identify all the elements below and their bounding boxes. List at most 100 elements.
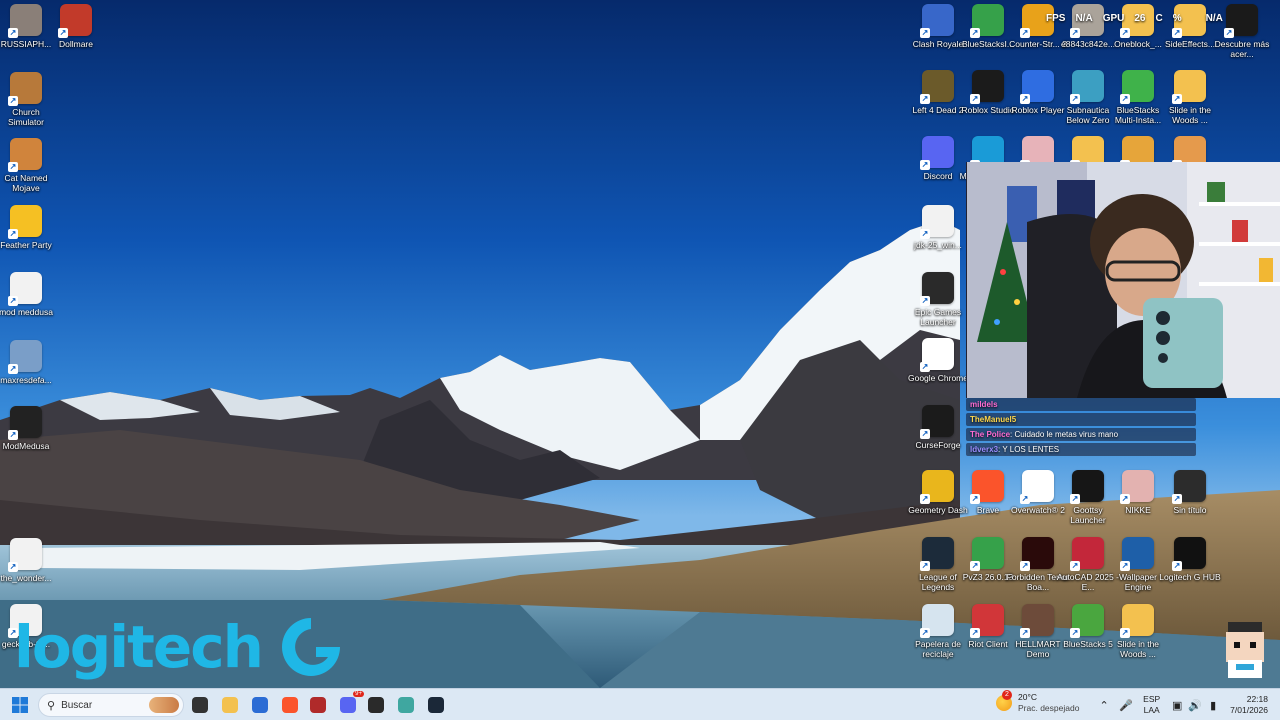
clock[interactable]: 22:18 7/01/2026 [1230,694,1268,716]
desktop-shortcut[interactable]: ↗ ModMedusa [0,406,52,451]
desktop-shortcut[interactable]: ↗ Church Simulator [0,72,52,127]
shortcut-arrow-icon: ↗ [8,28,18,38]
desktop-shortcut-label: Logitech G HUB [1159,572,1221,582]
desktop-shortcut[interactable]: ↗ Google Chrome [908,338,968,383]
weather-widget[interactable]: 2 20°C Prac. despejado [996,690,1080,714]
java-file-icon: ↗ [8,538,42,572]
network-icon[interactable]: ▣ [1168,699,1186,712]
fps-value: N/A [1075,12,1093,24]
desktop-shortcut-label: Cat Named Mojave [4,173,48,193]
autocad-icon: ↗ [1070,537,1104,571]
desktop-shortcut-label: maxresdefa... [0,375,52,385]
desktop-shortcut[interactable]: ↗ Descubre más acer... [1215,4,1269,59]
desktop-shortcut[interactable]: ↗ League of Legends [912,537,964,592]
shortcut-arrow-icon: ↗ [1224,28,1234,38]
desktop-shortcut[interactable]: ↗ HELLMART Demo [1012,604,1064,659]
shortcut-arrow-icon: ↗ [1070,628,1080,638]
windows-start-button[interactable] [8,693,32,717]
shortcut-arrow-icon: ↗ [8,96,18,106]
desktop-shortcut-label: the_wonder... [0,573,52,583]
steam-icon[interactable] [424,693,448,717]
desktop-shortcut[interactable]: ↗ Sin título [1164,470,1216,515]
shortcut-arrow-icon: ↗ [970,561,980,571]
discord-icon: ↗ [920,136,954,170]
desktop-shortcut-label: Slide in the Woods ... [1116,639,1160,659]
obs-icon[interactable] [364,693,388,717]
desktop-shortcut-label: Descubre más acer... [1214,39,1270,59]
bluestacks-icon: ↗ [970,4,1004,38]
desktop-shortcut[interactable]: ↗ Slide in the Woods ... [1112,604,1164,659]
search-placeholder: Buscar [61,699,93,711]
desktop-shortcut[interactable]: ↗ Slide in the Woods ... [1164,70,1216,125]
desktop-shortcut-label: Google Chrome [907,373,968,383]
logitech-g-hub-icon: ↗ [1172,537,1206,571]
shortcut-arrow-icon: ↗ [1070,94,1080,104]
store-icon[interactable] [248,693,272,717]
chrome-icon: ↗ [920,338,954,372]
desktop-shortcut[interactable]: ↗ jdk-25_win... [912,205,964,250]
search-icon: ⚲ [47,699,56,712]
bluestacks-icon: ↗ [970,537,1004,571]
system-tray: ⌃ 🎤 ESP LAA ▣ 🔊 ▮ 22:18 7/01/2026 [1095,689,1280,720]
brave-taskbar-icon[interactable] [278,693,302,717]
russia-photo-icon: ↗ [8,4,42,38]
file-explorer-icon-glyph [222,697,238,713]
steam-icon-glyph [428,697,444,713]
weather-desc: Prac. despejado [1018,703,1080,713]
desktop-shortcut-label: Epic Games Launcher [914,307,962,327]
shortcut-arrow-icon: ↗ [8,229,18,239]
church-simulator-icon: ↗ [8,72,42,106]
desktop-shortcut-label: mod meddusa [0,307,53,317]
shortcut-arrow-icon: ↗ [920,494,930,504]
language-bottom: LAA [1143,705,1160,715]
notepad-icon[interactable] [394,693,418,717]
bluestacks-icon: ↗ [1070,604,1104,638]
taskbar: ⚲ Buscar 9+ 2 20°C Prac. despejado ⌃ 🎤 E… [0,688,1280,720]
language-indicator[interactable]: ESP LAA [1143,694,1160,716]
desktop-shortcut[interactable]: ↗ Logitech G HUB [1159,537,1221,582]
file-explorer-icon[interactable] [218,693,242,717]
taskbar-search-box[interactable]: ⚲ Buscar [38,693,184,717]
chat-user: The Police [970,430,1011,439]
desktop-shortcut[interactable]: ↗ Papelera de reciclaje [912,604,964,659]
chat-text: Cuidado le metas virus mano [1014,430,1119,439]
epic-games-icon: ↗ [920,272,954,306]
roblox-studio-icon: ↗ [970,70,1004,104]
left4dead-icon: ↗ [920,70,954,104]
desktop-shortcut[interactable]: ↗ Feather Party [0,205,52,250]
desktop-shortcut[interactable]: ↗ maxresdefa... [0,340,52,385]
chat-message: mildels [966,398,1196,411]
desktop-shortcut[interactable]: ↗ BlueStacks Multi-Insta... [1112,70,1164,125]
desktop-shortcut[interactable]: ↗ CurseForge [912,405,964,450]
chat-user: ldverx3 [970,445,999,454]
show-hidden-icons-chevron-icon[interactable]: ⌃ [1095,699,1113,712]
desktop-shortcut[interactable]: ↗ NIKKE [1112,470,1164,515]
desktop-shortcut[interactable]: ↗ Dollmare [50,4,102,49]
task-view-icon[interactable] [188,693,212,717]
desktop-shortcut[interactable]: ↗ the_wonder... [0,538,52,583]
volume-icon[interactable]: 🔊 [1186,699,1204,712]
blank-file-icon: ↗ [1172,470,1206,504]
windows-logo-icon [12,697,28,713]
feather-party-icon: ↗ [8,205,42,239]
desktop-shortcut[interactable]: ↗ Wallpaper Engine [1112,537,1164,592]
battery-icon[interactable]: ▮ [1204,699,1222,712]
desktop-shortcut[interactable]: ↗ Goottsy Launcher [1062,470,1114,525]
clash-royale-icon: ↗ [920,4,954,38]
notetaker-icon[interactable] [306,693,330,717]
shortcut-arrow-icon: ↗ [920,362,930,372]
discord-taskbar-icon[interactable]: 9+ [336,691,364,717]
shortcut-arrow-icon: ↗ [920,429,930,439]
dollmare-icon: ↗ [58,4,92,38]
shortcut-arrow-icon: ↗ [920,561,930,571]
desktop-shortcut[interactable]: ↗ Cat Named Mojave [0,138,52,193]
language-top: ESP [1143,694,1161,704]
desktop-shortcut[interactable]: ↗ Epic Games Launcher [912,272,964,327]
overwatch-icon: ↗ [1020,470,1054,504]
cpu-value: % [1172,12,1182,24]
desktop-shortcut-label: Dollmare [58,39,93,49]
microphone-icon[interactable]: 🎤 [1117,699,1135,712]
desktop-shortcut[interactable]: ↗ mod meddusa [0,272,53,317]
acer-icon: ↗ [1224,4,1258,38]
stream-chat-overlay: mildels TheManuel5 The Police: Cuidado l… [966,398,1196,458]
